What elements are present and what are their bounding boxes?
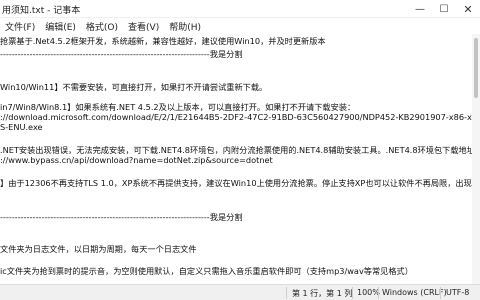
status-separator (378, 287, 379, 299)
window-controls: — ☐ ✕ (408, 0, 480, 18)
close-button[interactable]: ✕ (456, 0, 480, 18)
scrollbar-thumb[interactable] (474, 38, 478, 98)
text-line: Win10/Win11】不需要安装，可直接打开，如果打不开请尝试重新下载。 (0, 82, 268, 92)
text-line: ----------------------------------------… (0, 212, 243, 222)
vertical-scrollbar[interactable] (472, 34, 480, 284)
menu-help[interactable]: 帮助(H) (164, 20, 206, 33)
file-encoding: UTF-8 (446, 288, 470, 297)
text-line: S-ENU.exe (0, 122, 43, 132)
menu-bar: 文件(F) 编辑(E) 格式(O) 查看(V) 帮助(H) (0, 18, 480, 34)
text-line: in7/Win8/Win8.1】如果系统有.NET 4.5.2及以上版本，可以直… (0, 102, 356, 112)
text-line: ://www.bypass.cn/api/download?name=dotNe… (0, 155, 273, 165)
text-line: .NET安装出现错误，无法完成安装，可下载.NET4.8环境包，内附分流抢票使用… (0, 145, 472, 155)
cursor-position: 第 1 行，第 1 列 (292, 289, 353, 298)
menu-view[interactable]: 查看(V) (123, 20, 164, 33)
text-line: 文件夹为日志文件，以日期为周期，每天一个日志文件 (0, 244, 197, 254)
text-line: ic文件夹为抢到票时的提示音，为空则使用默认，自定义只需拖入音乐重启软件即可（支… (0, 266, 413, 276)
maximize-icon: ☐ (439, 3, 449, 15)
menu-format[interactable]: 格式(O) (81, 20, 123, 33)
line-ending: Windows (CRLF) (382, 288, 447, 297)
text-line: ----------------------------------------… (0, 49, 243, 59)
text-editor[interactable]: 抢票基于.Net4.5.2框架开发，系统越新，兼容性越好，建议使用Win10，并… (0, 34, 472, 284)
menu-file[interactable]: 文件(F) (0, 20, 40, 33)
minimize-button[interactable]: — (408, 0, 432, 18)
maximize-button[interactable]: ☐ (432, 0, 456, 18)
status-separator (440, 287, 441, 299)
window-title: 用须知.txt - 记事本 (2, 6, 81, 16)
text-line: 抢票基于.Net4.5.2框架开发，系统越新，兼容性越好，建议使用Win10，并… (0, 36, 326, 46)
title-bar: 用须知.txt - 记事本 — ☐ ✕ (0, 0, 480, 18)
close-icon: ✕ (463, 2, 473, 16)
status-bar: 第 1 行，第 1 列 100% Windows (CRLF) UTF-8 (0, 284, 480, 300)
status-separator (286, 287, 287, 299)
zoom-level: 100% (357, 288, 380, 297)
menu-edit[interactable]: 编辑(E) (40, 20, 81, 33)
text-line: ://download.microsoft.com/download/E/2/1… (0, 112, 472, 122)
text-line: 】由于12306不再支持TLS 1.0，XP系统不再提供支持，建议在Win10上… (0, 178, 472, 188)
status-separator (352, 287, 353, 299)
minimize-icon: — (415, 3, 425, 15)
